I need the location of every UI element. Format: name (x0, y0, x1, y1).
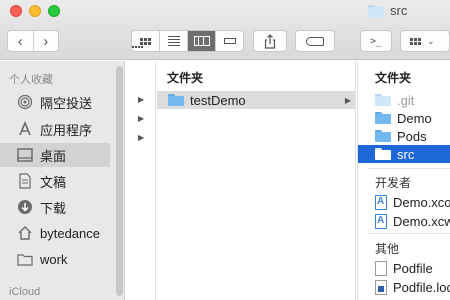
airdrop-icon (16, 93, 34, 111)
folder-icon (168, 94, 184, 106)
sidebar-section-favorites: 个人收藏 (9, 74, 53, 86)
section-divider (368, 233, 450, 234)
sidebar-item-documents[interactable]: 文稿 (0, 169, 110, 193)
forward-button[interactable]: › (32, 31, 59, 51)
list-item-xcodeproj[interactable]: Demo.xco (358, 193, 450, 211)
list-item-podfile-lock[interactable]: Podfile.loc (358, 278, 450, 296)
section-header-other: 其他 (375, 242, 400, 256)
sidebar-section-icloud: iCloud (9, 286, 41, 298)
column-header: 文件夹 (167, 71, 204, 85)
sidebar: 个人收藏 隔空投送 应用程序 桌面 文稿 下载 bytedance work i… (0, 61, 125, 300)
lock-file-icon (375, 279, 387, 295)
list-item-label: testDemo (190, 92, 246, 108)
sidebar-item-desktop[interactable]: 桌面 (0, 143, 110, 167)
disclosure-arrow-icon[interactable]: ▶ (138, 95, 144, 104)
minimize-window-button[interactable] (29, 5, 41, 17)
folder-icon (375, 130, 391, 142)
sidebar-item-work[interactable]: work (0, 247, 110, 271)
gallery-view-icon (132, 38, 236, 48)
list-view-icon (167, 36, 180, 46)
applications-icon (16, 120, 34, 138)
list-item-label: Demo.xcw (393, 213, 450, 229)
column-view-icon (193, 36, 210, 46)
terminal-button[interactable]: >_ (360, 30, 392, 52)
sidebar-item-downloads[interactable]: 下载 (0, 195, 110, 219)
sidebar-item-airdrop[interactable]: 隔空投送 (0, 90, 110, 114)
sidebar-item-applications[interactable]: 应用程序 (0, 117, 110, 141)
zoom-window-button[interactable] (48, 5, 60, 17)
folder-icon (375, 148, 391, 160)
sidebar-item-label: 隔空投送 (40, 95, 93, 111)
list-view-button[interactable] (159, 31, 187, 51)
documents-icon (16, 172, 34, 190)
list-item-src[interactable]: src (358, 145, 450, 163)
share-button[interactable] (253, 30, 287, 52)
tag-icon (306, 36, 324, 46)
folder-icon (368, 4, 384, 17)
list-item-git[interactable]: .git (358, 91, 450, 109)
sidebar-item-label: bytedance (40, 225, 100, 241)
folder-icon (375, 112, 391, 124)
toolbar: src ‹ › >_ ⌄ (0, 0, 450, 60)
chevron-down-icon: ⌄ (427, 35, 435, 46)
folder-icon (16, 250, 34, 268)
window-title: src (368, 3, 407, 18)
desktop-icon (16, 146, 34, 164)
list-item-testdemo[interactable]: testDemo ▶ (157, 91, 355, 109)
sidebar-scrollbar[interactable] (116, 66, 123, 296)
downloads-icon (16, 198, 34, 216)
gallery-view-button[interactable] (132, 31, 243, 51)
tag-button[interactable] (295, 30, 335, 52)
column-folders: 文件夹 testDemo ▶ (157, 61, 356, 300)
group-by-button[interactable]: ⌄ (400, 30, 450, 52)
disclosure-arrow-icon[interactable]: ▶ (138, 133, 144, 142)
view-mode-control (131, 30, 244, 52)
disclosure-arrow-icon[interactable]: ▶ (138, 114, 144, 123)
sidebar-item-label: work (40, 251, 68, 267)
list-item-label: .git (397, 92, 415, 108)
navigation-buttons: ‹ › (7, 30, 59, 52)
share-icon (264, 33, 276, 49)
document-icon (375, 260, 387, 276)
list-item-label: src (397, 146, 415, 162)
list-item-label: Demo.xco (393, 194, 450, 210)
column-header: 文件夹 (375, 71, 412, 85)
list-item-label: Demo (397, 110, 432, 126)
section-header-developer: 开发者 (375, 176, 412, 190)
sidebar-item-label: 下载 (40, 200, 67, 216)
list-item-label: Podfile.loc (393, 279, 450, 295)
list-item-xcworkspace[interactable]: Demo.xcw (358, 212, 450, 230)
section-divider (368, 168, 450, 169)
home-icon (16, 224, 34, 242)
back-button[interactable]: ‹ (8, 31, 33, 51)
close-window-button[interactable] (10, 5, 22, 17)
sidebar-item-label: 文稿 (40, 174, 67, 190)
list-item-podfile[interactable]: Podfile (358, 259, 450, 277)
group-grid-icon (410, 37, 421, 45)
column-parent: ▶ ▶ ▶ (126, 61, 156, 300)
sidebar-item-label: 桌面 (40, 148, 67, 164)
xcode-workspace-icon (375, 213, 387, 229)
list-item-label: Pods (397, 128, 427, 144)
sidebar-item-label: 应用程序 (40, 122, 93, 138)
folder-icon (375, 94, 391, 106)
column-contents: 文件夹 .git Demo Pods src 开发者 Demo.xco Demo… (357, 61, 450, 300)
sidebar-item-home[interactable]: bytedance (0, 221, 110, 245)
list-item-pods[interactable]: Pods (358, 127, 450, 145)
list-item-label: Podfile (393, 260, 433, 276)
list-item-demo[interactable]: Demo (358, 109, 450, 127)
chevron-right-icon: ▶ (344, 95, 351, 105)
window-title-text: src (390, 3, 408, 18)
column-view-button[interactable] (187, 31, 215, 51)
xcode-project-icon (375, 194, 387, 210)
